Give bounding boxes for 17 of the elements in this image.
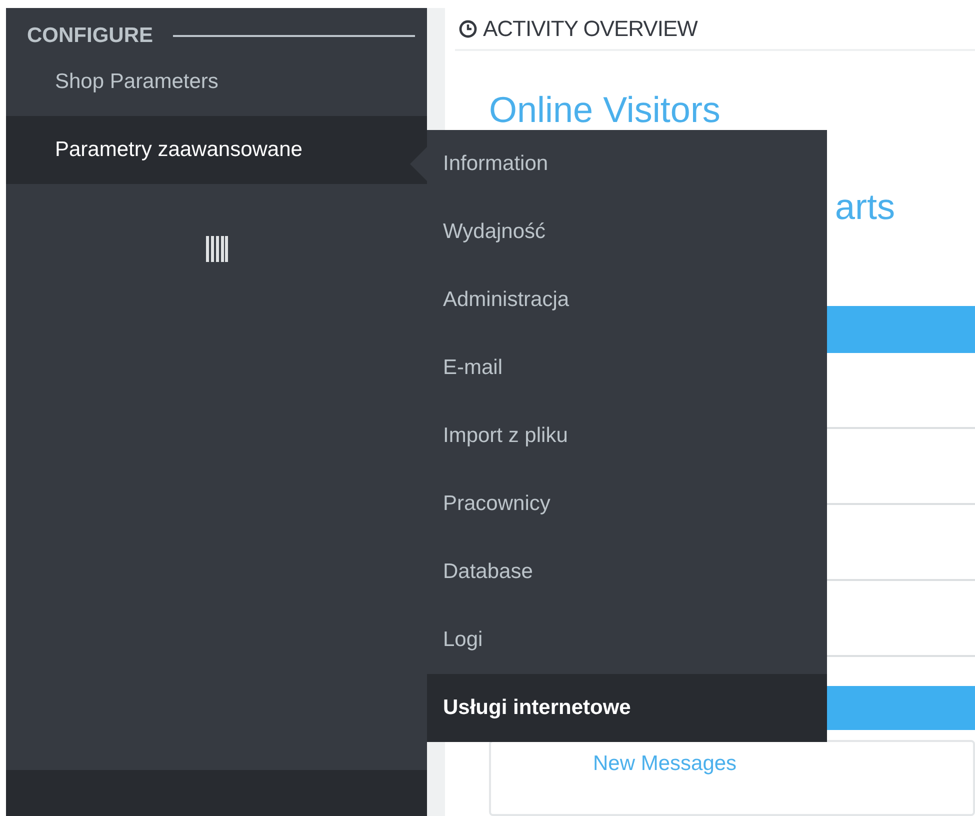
section-heading: arts: [835, 186, 896, 228]
submenu-item[interactable]: Information: [427, 130, 827, 198]
panel-title: ACTIVITY OVERVIEW: [483, 16, 698, 42]
submenu-item[interactable]: Database: [427, 538, 827, 606]
submenu-item[interactable]: E-mail: [427, 334, 827, 402]
section-title: CONFIGURE: [27, 24, 153, 48]
section-heading: Online Visitors: [489, 89, 722, 132]
submenu-item[interactable]: Usługi internetowe: [427, 674, 827, 742]
submenu-item[interactable]: Pracownicy: [427, 470, 827, 538]
submenu-item[interactable]: Administracja: [427, 266, 827, 334]
submenu-item[interactable]: Import z pliku: [427, 402, 827, 470]
submenu-item[interactable]: Logi: [427, 606, 827, 674]
submenu-item[interactable]: Wydajność: [427, 198, 827, 266]
sidebar-item[interactable]: Shop Parameters: [6, 48, 427, 116]
collapse-icon[interactable]: [206, 236, 228, 262]
clock-icon: [459, 20, 477, 38]
sidebar-item[interactable]: Parametry zaawansowane: [6, 116, 427, 184]
